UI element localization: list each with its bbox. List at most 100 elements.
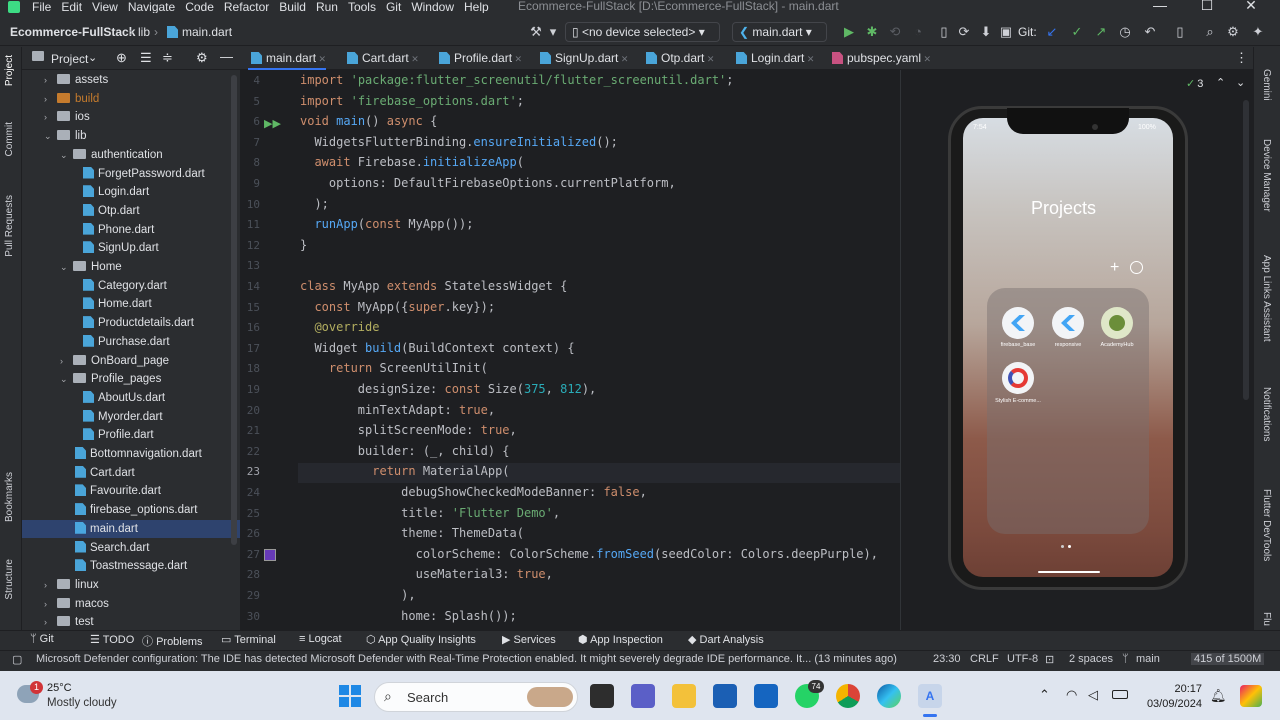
code-line[interactable]: useMaterial3: true, <box>300 567 553 581</box>
chrome-icon[interactable] <box>836 684 860 708</box>
device-selector[interactable]: ▯ <no device selected> ▾ <box>565 22 720 42</box>
tool-notifications[interactable]: Notifications <box>1261 387 1272 441</box>
tree-file-item[interactable]: main.dart <box>22 519 240 539</box>
profile-icon[interactable]: ◔ <box>909 23 927 41</box>
tree-file-item[interactable]: Favourite.dart <box>22 482 240 501</box>
tree-file-item[interactable]: Login.dart <box>22 183 240 202</box>
bell-icon[interactable]: 🔔︎ <box>1210 688 1227 704</box>
tool-structure[interactable]: Structure <box>4 559 15 600</box>
inspection-widget[interactable]: ✓ 3 <box>1186 77 1203 90</box>
code-line[interactable]: } <box>300 238 307 252</box>
menu-item-view[interactable]: View <box>92 0 118 13</box>
gear-icon[interactable]: ⚙ <box>196 50 208 66</box>
memory-indicator[interactable]: 415 of 1500M <box>1191 653 1265 665</box>
code-line[interactable]: theme: ThemeData( <box>300 526 524 540</box>
tree-folder-item[interactable]: › linux <box>22 576 240 595</box>
sync-icon[interactable]: ⟳ <box>955 23 973 41</box>
chevron-right-icon[interactable]: › <box>44 108 54 126</box>
menu-item-window[interactable]: Window <box>411 0 454 13</box>
chevron-down-icon[interactable]: ⌄ <box>60 370 70 388</box>
attach-debugger-icon[interactable]: ⟲ <box>886 23 904 41</box>
chevron-right-icon[interactable]: › <box>60 352 70 370</box>
copilot-icon[interactable] <box>1240 685 1262 707</box>
tree-file-item[interactable]: Cart.dart <box>22 464 240 483</box>
chevron-right-icon[interactable]: › <box>44 71 54 89</box>
file-explorer-icon[interactable] <box>672 684 696 708</box>
tree-file-item[interactable]: Myorder.dart <box>22 408 240 427</box>
taskbar-search[interactable]: ⌕ Search <box>374 682 578 712</box>
tool-terminal[interactable]: ▭ Terminal <box>221 633 276 646</box>
maximize-button[interactable]: ☐ <box>1197 0 1217 13</box>
chevron-down-icon[interactable]: ⌄ <box>1236 76 1245 89</box>
target-icon[interactable]: ⊕ <box>116 50 127 66</box>
code-line[interactable]: minTextAdapt: true, <box>300 403 495 417</box>
color-swatch-icon[interactable] <box>264 549 276 561</box>
academyhub-app-icon[interactable] <box>1101 307 1133 339</box>
tree-file-item[interactable]: Phone.dart <box>22 221 240 240</box>
tree-file-item[interactable]: Category.dart <box>22 277 240 296</box>
breadcrumb-project[interactable]: Ecommerce-FullStack <box>10 25 135 39</box>
code-line[interactable]: import 'firebase_options.dart'; <box>300 94 524 108</box>
tree-file-item[interactable]: Toastmessage.dart <box>22 557 240 576</box>
chevron-up-icon[interactable]: ⌃ <box>1039 687 1050 703</box>
chevron-right-icon[interactable]: › <box>44 595 54 613</box>
tab-otp-dart[interactable]: Otp.dart ✕ <box>643 47 714 70</box>
flutter-app-icon[interactable] <box>1052 307 1084 339</box>
close-icon[interactable]: ✕ <box>409 54 419 64</box>
tool-gemini[interactable]: Gemini <box>1261 69 1272 101</box>
tool-pull-requests[interactable]: Pull Requests <box>4 195 15 257</box>
line-separator[interactable]: CRLF <box>970 653 999 665</box>
git-branch[interactable]: main <box>1136 653 1160 665</box>
wifi-icon[interactable]: ◠ <box>1066 687 1077 703</box>
run-icon[interactable]: ▶ <box>840 23 858 41</box>
collapse-all-icon[interactable]: ≑ <box>162 50 173 66</box>
code-line[interactable]: @override <box>300 320 379 334</box>
tree-file-item[interactable]: Bottomnavigation.dart <box>22 445 240 464</box>
tool-services[interactable]: ▶ Services <box>502 633 556 646</box>
flutter-app-icon[interactable] <box>1002 307 1034 339</box>
add-icon[interactable]: + <box>1110 259 1119 277</box>
tree-folder-item[interactable]: › macos <box>22 595 240 614</box>
battery-icon[interactable] <box>1112 690 1128 699</box>
code-line[interactable]: splitScreenMode: true, <box>300 423 517 437</box>
tree-folder-item[interactable]: ⌄ Home <box>22 258 240 277</box>
code-line[interactable]: const MyApp({super.key}); <box>300 300 495 314</box>
close-button[interactable]: ✕ <box>1241 0 1261 13</box>
tab-main-dart[interactable]: main.dart ✕ <box>248 47 327 70</box>
tree-folder-item[interactable]: ⌄ Profile_pages <box>22 370 240 389</box>
code-line[interactable]: ), <box>300 588 415 602</box>
device-mirror-icon[interactable]: ▯ <box>1171 23 1189 41</box>
tab-pubspec-yaml[interactable]: pubspec.yaml ✕ <box>829 47 931 70</box>
close-icon[interactable]: ✕ <box>921 54 932 64</box>
circle-icon[interactable] <box>1130 261 1143 274</box>
chevron-down-icon[interactable]: ⌄ <box>44 127 54 145</box>
expand-all-icon[interactable]: ☰ <box>140 50 152 66</box>
lock-icon[interactable]: ⊡ <box>1045 653 1054 666</box>
tool-flutter-inspector[interactable]: Flu <box>1261 612 1272 626</box>
tool-app-links[interactable]: App Links Assistant <box>1261 255 1272 342</box>
menu-item-code[interactable]: Code <box>185 0 214 13</box>
chevron-up-icon[interactable]: ⌃ <box>1216 76 1225 89</box>
tree-file-item[interactable]: Purchase.dart <box>22 333 240 352</box>
breadcrumb-file[interactable]: main.dart <box>164 25 232 39</box>
edge-icon[interactable] <box>877 684 901 708</box>
editor-scrollbar[interactable] <box>1243 100 1249 400</box>
menu-item-git[interactable]: Git <box>386 0 401 13</box>
tree-file-item[interactable]: Search.dart <box>22 539 240 558</box>
home-indicator[interactable] <box>1038 571 1100 573</box>
menu-item-build[interactable]: Build <box>279 0 306 13</box>
teams-icon[interactable] <box>631 684 655 708</box>
caret-position[interactable]: 23:30 <box>933 653 961 665</box>
code-line[interactable]: return ScreenUtilInit( <box>300 361 488 375</box>
menu-item-run[interactable]: Run <box>316 0 338 13</box>
device-manager-icon[interactable]: ▯ <box>935 23 953 41</box>
start-icon[interactable] <box>339 685 361 707</box>
tree-file-item[interactable]: Home.dart <box>22 295 240 314</box>
menu-item-refactor[interactable]: Refactor <box>224 0 269 13</box>
git-push-icon[interactable]: ↗ <box>1092 23 1110 41</box>
tool-todo[interactable]: ☰ TODO <box>90 633 134 646</box>
close-icon[interactable]: ✕ <box>618 54 629 64</box>
search-icon[interactable]: ⌕ <box>1201 23 1219 41</box>
tool-dart-analysis[interactable]: ◆ Dart Analysis <box>688 633 764 646</box>
tree-file-item[interactable]: AboutUs.dart <box>22 389 240 408</box>
